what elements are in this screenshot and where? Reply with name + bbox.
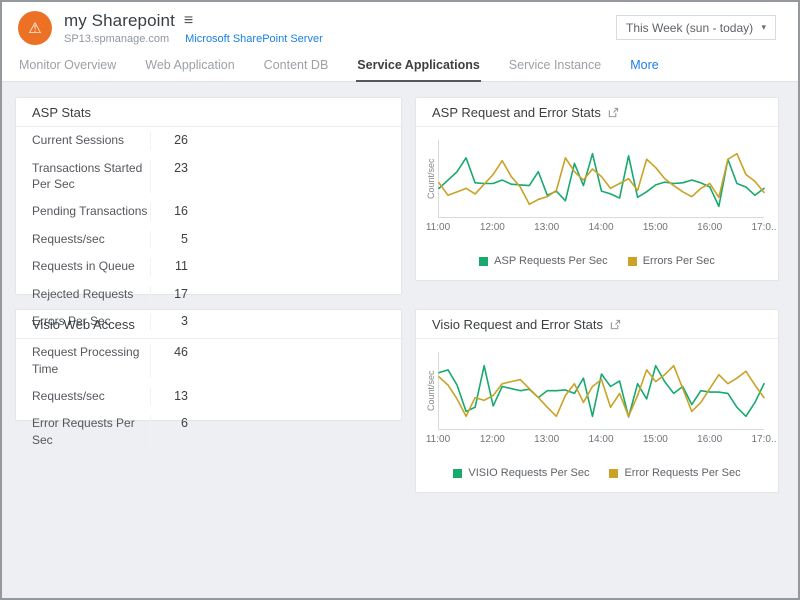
- charts-column: ASP Request and Error Stats Count/sec 11…: [415, 97, 779, 493]
- asp-chart-legend: ASP Requests Per Sec Errors Per Sec: [416, 245, 778, 280]
- stat-label: Rejected Requests: [32, 286, 150, 304]
- stat-label: Requests/sec: [32, 388, 150, 406]
- line-series: [439, 366, 764, 417]
- visio-chart-canvas[interactable]: [438, 352, 764, 430]
- page-title: my Sharepoint: [64, 11, 175, 31]
- legend-item[interactable]: Error Requests Per Sec: [609, 467, 740, 479]
- stat-label: Transactions Started Per Sec: [32, 160, 150, 194]
- stat-row: Requests/sec5: [16, 226, 401, 254]
- asp-chart-canvas[interactable]: [438, 140, 764, 218]
- asp-chart-title: ASP Request and Error Stats: [432, 105, 601, 120]
- tab-content-db[interactable]: Content DB: [263, 49, 330, 81]
- x-tick-label: 13:00: [534, 434, 559, 445]
- time-range-select[interactable]: This Week (sun - today) ▾: [616, 15, 776, 40]
- alert-triangle-icon: ⚠: [28, 19, 41, 37]
- x-tick-label: 17:0..: [751, 434, 776, 445]
- stat-row: Rejected Requests17: [16, 281, 401, 309]
- legend-label: Error Requests Per Sec: [624, 467, 740, 479]
- stat-label: Requests/sec: [32, 231, 150, 249]
- legend-item[interactable]: VISIO Requests Per Sec: [453, 467, 589, 479]
- stat-value: 5: [150, 231, 194, 249]
- stat-row: Requests/sec13: [16, 383, 401, 411]
- top-bar: ⚠ my Sharepoint ≡ SP13.spmanage.com Micr…: [2, 2, 798, 49]
- x-tick-label: 11:00: [426, 222, 450, 233]
- tab-bar: Monitor Overview Web Application Content D…: [2, 49, 798, 82]
- line-series: [439, 154, 764, 205]
- x-tick-label: 15:00: [643, 434, 668, 445]
- visio-chart-x-axis-ticks: 11:0012:0013:0014:0015:0016:0017:0..: [438, 434, 764, 448]
- x-tick-label: 17:0..: [751, 222, 776, 233]
- x-tick-label: 13:00: [534, 222, 559, 233]
- x-tick-label: 16:00: [697, 434, 722, 445]
- stat-row: Error Requests Per Sec6: [16, 410, 401, 454]
- asp-stats-table: Current Sessions26Transactions Started P…: [16, 127, 401, 336]
- stat-label: Request Processing Time: [32, 344, 150, 378]
- stat-row: Current Sessions26: [16, 127, 401, 155]
- visio-chart-y-axis-label: Count/sec: [424, 352, 438, 430]
- legend-label: ASP Requests Per Sec: [494, 255, 608, 267]
- visio-web-access-table: Request Processing Time46Requests/sec13E…: [16, 339, 401, 454]
- stat-value: 46: [150, 344, 194, 378]
- stat-label: Requests in Queue: [32, 258, 150, 276]
- stat-label: Error Requests Per Sec: [32, 415, 150, 449]
- x-tick-label: 12:00: [480, 434, 505, 445]
- asp-chart-plot-area: Count/sec 11:00 12:00 13:00 14:00 15:00 16:00…: [416, 127, 778, 236]
- stat-value: 13: [150, 388, 194, 406]
- x-tick-label: 16:00: [697, 222, 722, 233]
- stat-value: 16: [150, 203, 194, 221]
- stat-value: 17: [150, 286, 194, 304]
- time-range-value: This Week (sun - today): [626, 21, 753, 35]
- asp-stats-card: ASP Stats Current Sessions26Transactions…: [15, 97, 402, 295]
- stat-row: Transactions Started Per Sec23: [16, 155, 401, 199]
- asp-stats-title: ASP Stats: [16, 98, 401, 127]
- external-link-icon[interactable]: [610, 319, 621, 330]
- stat-row: Pending Transactions16: [16, 198, 401, 226]
- visio-chart-title: Visio Request and Error Stats: [432, 317, 603, 332]
- legend-item[interactable]: ASP Requests Per Sec: [479, 255, 608, 267]
- dashboard-content: ASP Stats Current Sessions26Transactions…: [2, 82, 798, 508]
- app-window: ⚠ my Sharepoint ≡ SP13.spmanage.com Micr…: [0, 0, 800, 600]
- x-tick-label: 15:00: [643, 222, 668, 233]
- visio-web-access-card: Visio Web Access Request Processing Time…: [15, 309, 402, 421]
- stats-column: ASP Stats Current Sessions26Transactions…: [15, 97, 402, 493]
- visio-chart-legend: VISIO Requests Per Sec Error Requests Per…: [416, 457, 778, 492]
- x-tick-label: 11:00: [426, 434, 450, 445]
- tab-web-application[interactable]: Web Application: [144, 49, 235, 81]
- tab-monitor-overview[interactable]: Monitor Overview: [18, 49, 117, 81]
- tab-more[interactable]: More: [629, 49, 659, 81]
- visio-request-error-chart-card: Visio Request and Error Stats Count/sec …: [415, 309, 779, 493]
- stat-value: 6: [150, 415, 194, 449]
- asp-request-error-chart-card: ASP Request and Error Stats Count/sec 11…: [415, 97, 779, 281]
- visio-chart-plot-area: Count/sec 11:00 12:00 13:00 14:00 15:00 16:00…: [416, 339, 778, 448]
- legend-swatch: [453, 469, 462, 478]
- stat-row: Request Processing Time46: [16, 339, 401, 383]
- stat-label: Pending Transactions: [32, 203, 150, 221]
- hamburger-menu-icon[interactable]: ≡: [184, 13, 193, 29]
- external-link-icon[interactable]: [608, 107, 619, 118]
- asp-chart-x-axis-ticks: 11:0012:0013:0014:0015:0016:0017:0..: [438, 222, 764, 236]
- stat-value: 26: [150, 132, 194, 150]
- x-tick-label: 14:00: [588, 434, 613, 445]
- x-tick-label: 12:00: [480, 222, 505, 233]
- legend-item[interactable]: Errors Per Sec: [628, 255, 715, 267]
- stat-value: 3: [150, 313, 194, 331]
- stat-row: Requests in Queue11: [16, 253, 401, 281]
- legend-swatch: [479, 257, 488, 266]
- stat-value: 23: [150, 160, 194, 194]
- monitor-host: SP13.spmanage.com: [64, 33, 169, 45]
- monitor-status-avatar: ⚠: [18, 11, 52, 45]
- stat-value: 11: [150, 258, 194, 276]
- legend-label: Errors Per Sec: [643, 255, 715, 267]
- legend-swatch: [628, 257, 637, 266]
- tab-service-instance[interactable]: Service Instance: [508, 49, 602, 81]
- legend-swatch: [609, 469, 618, 478]
- stat-label: Current Sessions: [32, 132, 150, 150]
- tab-service-applications[interactable]: Service Applications: [356, 49, 481, 82]
- chevron-down-icon: ▾: [761, 22, 766, 33]
- sharepoint-server-link[interactable]: Microsoft SharePoint Server: [185, 33, 323, 45]
- x-tick-label: 14:00: [588, 222, 613, 233]
- legend-label: VISIO Requests Per Sec: [468, 467, 589, 479]
- asp-chart-y-axis-label: Count/sec: [424, 140, 438, 218]
